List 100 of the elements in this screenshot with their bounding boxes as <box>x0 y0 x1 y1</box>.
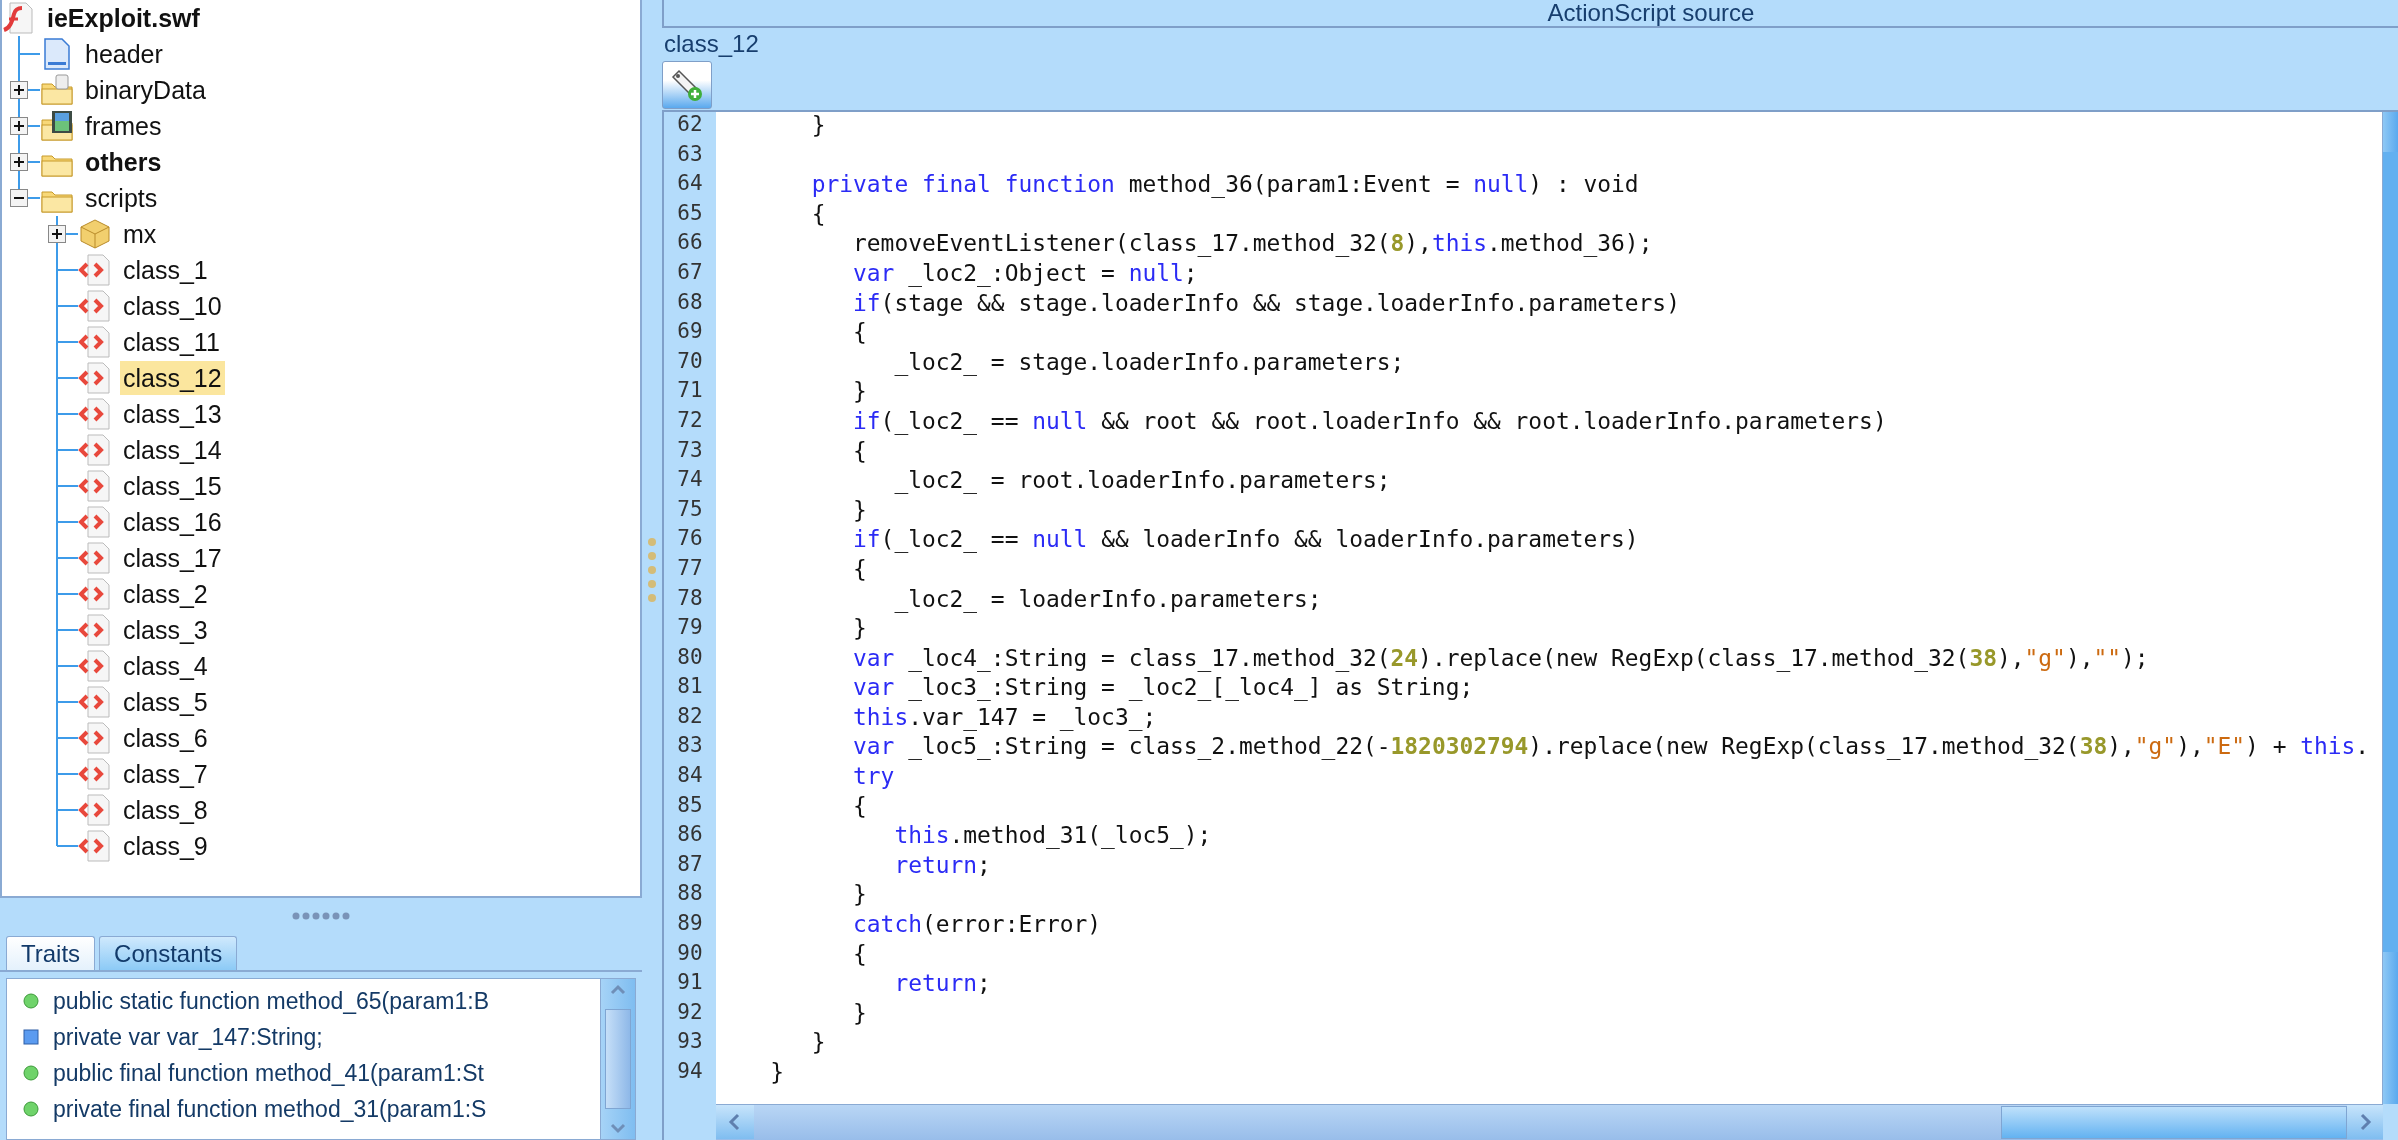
line-number: 93 <box>676 1029 704 1056</box>
code-line: { <box>810 200 826 227</box>
code-line: } <box>852 615 867 642</box>
code-line: _loc2_ = loaderInfo.parameters; <box>893 585 1322 612</box>
line-number: 83 <box>676 733 704 760</box>
line-number: 66 <box>676 230 704 257</box>
line-number: 65 <box>676 200 704 227</box>
trait-item[interactable]: public static function method_65(param1:B <box>53 987 489 1015</box>
script-file-icon <box>78 614 112 646</box>
tree-item[interactable]: frames <box>82 109 165 143</box>
scroll-right-icon[interactable] <box>2347 1105 2383 1139</box>
line-number: 81 <box>676 674 704 701</box>
tree-item[interactable]: class_4 <box>120 649 211 683</box>
package-icon <box>78 218 112 250</box>
scroll-left-icon[interactable] <box>716 1105 754 1139</box>
script-file-icon <box>78 578 112 610</box>
tree-item[interactable]: scripts <box>82 181 161 215</box>
script-file-icon <box>78 758 112 790</box>
line-number: 73 <box>676 437 704 464</box>
line-number: 71 <box>676 378 704 405</box>
script-file-icon <box>78 362 112 394</box>
expander-icon[interactable] <box>10 117 28 135</box>
expander-icon[interactable] <box>10 189 28 207</box>
tab[interactable]: Constants <box>99 936 238 970</box>
code-line: try <box>852 763 895 790</box>
code-line: } <box>852 378 867 405</box>
script-file-icon <box>78 506 112 538</box>
add-tag-button[interactable] <box>662 61 712 109</box>
line-number: 74 <box>676 467 704 494</box>
tree-item[interactable]: class_7 <box>120 757 211 791</box>
code-line: this.method_31(_loc5_); <box>893 822 1212 849</box>
code-line: { <box>852 555 867 582</box>
tree-item[interactable]: class_9 <box>120 829 211 863</box>
line-number: 67 <box>676 259 704 286</box>
script-file-icon <box>78 686 112 718</box>
script-file-icon <box>78 542 112 574</box>
line-number: 92 <box>676 999 704 1026</box>
tree-item[interactable]: mx <box>120 217 160 251</box>
code-line: var _loc3_:String = _loc2_[_loc4_] as String; <box>852 674 1474 701</box>
tree-item[interactable]: class_8 <box>120 793 211 827</box>
trait-item[interactable]: public final function method_41(param1:St <box>53 1059 484 1087</box>
code-line: if(stage && stage.loaderInfo && stage.loaderInfo.parameters) <box>852 289 1680 316</box>
tree-item[interactable]: class_5 <box>120 685 211 719</box>
tree-item[interactable]: class_12 <box>120 361 225 395</box>
tree-item[interactable]: class_2 <box>120 577 211 611</box>
method-dot-icon <box>23 993 39 1009</box>
film-folder-icon <box>40 110 74 142</box>
script-file-icon <box>78 326 112 358</box>
expander-icon[interactable] <box>10 81 28 99</box>
code-line: _loc2_ = root.loaderInfo.parameters; <box>893 467 1391 494</box>
tree-item[interactable]: class_14 <box>120 433 225 467</box>
tree-item[interactable]: class_11 <box>120 325 223 359</box>
tree-item[interactable]: class_10 <box>120 289 225 323</box>
line-number: 72 <box>676 407 704 434</box>
script-file-icon <box>78 254 112 286</box>
tree-item[interactable]: header <box>82 37 166 71</box>
tree-item[interactable]: class_6 <box>120 721 211 755</box>
code-line: } <box>769 1059 785 1085</box>
code-line: } <box>810 1029 826 1056</box>
line-number: 80 <box>676 644 704 671</box>
tab[interactable]: Traits <box>6 936 96 970</box>
code-line: } <box>852 999 867 1026</box>
line-number: 85 <box>676 792 704 819</box>
expander-icon[interactable] <box>48 225 66 243</box>
splitter-handle-icon[interactable] <box>647 537 657 603</box>
trait-item[interactable]: private var var_147:String; <box>53 1023 323 1051</box>
class-name: class_12 <box>663 29 760 59</box>
line-number: 78 <box>676 585 704 612</box>
line-number: 69 <box>676 319 704 346</box>
script-file-icon <box>78 650 112 682</box>
trait-item[interactable]: private final function method_31(param1:S <box>53 1095 487 1123</box>
tree-item[interactable]: class_1 <box>120 253 211 287</box>
line-number: 68 <box>676 289 704 316</box>
line-number: 88 <box>676 881 704 908</box>
code-line: var _loc2_:Object = null; <box>852 259 1198 286</box>
code-line: var _loc5_:String = class_2.method_22(-1820302794).replace(new RegExp(class_17.method_32(38),"g"),"E") + this. <box>852 733 2370 760</box>
tree-item[interactable]: class_17 <box>120 541 225 575</box>
script-file-icon <box>78 470 112 502</box>
line-number: 64 <box>676 171 704 198</box>
tree-item[interactable]: class_16 <box>120 505 225 539</box>
tree-item[interactable]: ieExploit.swf <box>44 1 203 35</box>
code-line: { <box>852 792 867 819</box>
tree-item[interactable]: class_13 <box>120 397 225 431</box>
script-file-icon <box>78 434 112 466</box>
code-line: _loc2_ = stage.loaderInfo.parameters; <box>893 348 1405 375</box>
code-line: { <box>852 437 867 464</box>
line-number: 79 <box>676 615 704 642</box>
tree-item[interactable]: others <box>82 145 165 179</box>
tree-item[interactable]: class_15 <box>120 469 225 503</box>
line-number: 76 <box>676 526 704 553</box>
method-dot-icon <box>23 1101 39 1117</box>
expander-icon[interactable] <box>10 153 28 171</box>
line-number: 87 <box>676 851 704 878</box>
tree-item[interactable]: class_3 <box>120 613 211 647</box>
code-line: if(_loc2_ == null && root && root.loaderInfo && root.loaderInfo.parameters) <box>852 407 1887 434</box>
line-number: 86 <box>676 822 704 849</box>
splitter-handle-icon[interactable] <box>291 911 351 921</box>
line-number: 82 <box>676 703 704 730</box>
tree-item[interactable]: binaryData <box>82 73 209 107</box>
script-file-icon <box>78 830 112 862</box>
